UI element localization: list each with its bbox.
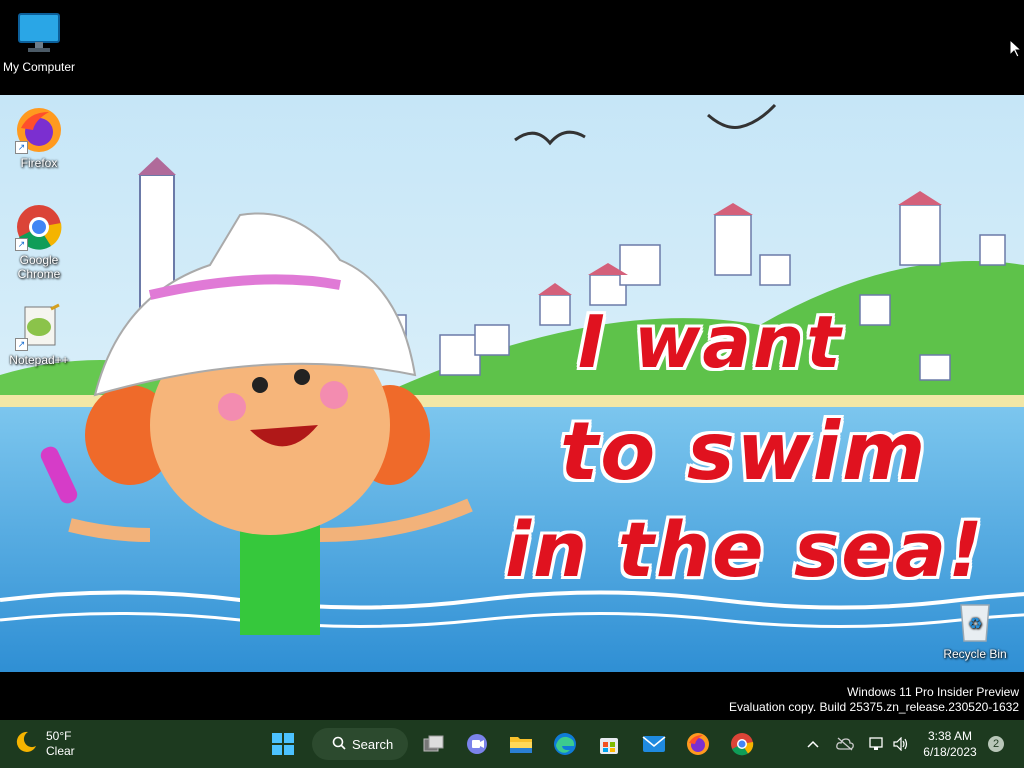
taskbar-search-box[interactable]: Search xyxy=(312,728,408,760)
store-icon xyxy=(600,738,618,754)
firefox-icon xyxy=(687,733,709,755)
mail-icon xyxy=(642,736,666,752)
desktop-icon-label: Firefox xyxy=(20,156,58,170)
wallpaper-text-line-3: in the sea! xyxy=(505,505,985,594)
monitor-icon xyxy=(15,10,63,58)
desktop-icon-notepad-plus-plus[interactable]: ↗ Notepad++ xyxy=(1,303,77,367)
search-icon xyxy=(332,736,346,753)
file-explorer-icon xyxy=(510,737,532,753)
desktop-icon-label: Notepad++ xyxy=(9,353,69,367)
weather-widget[interactable]: 50°F Clear xyxy=(14,726,75,762)
desktop-icon-firefox[interactable]: ↗ Firefox xyxy=(1,106,77,170)
desktop-icon-label: Recycle Bin xyxy=(943,647,1007,661)
desktop-wallpaper: I want to swim in the sea! xyxy=(0,95,1024,672)
wallpaper-text-line-1: I want xyxy=(578,300,843,384)
weather-temperature: 50°F xyxy=(46,729,72,743)
desktop-icon-my-computer[interactable]: My Computer xyxy=(1,10,77,74)
desktop-icon-label: Google Chrome xyxy=(17,253,61,281)
edge-icon xyxy=(554,733,576,755)
mouse-cursor-icon xyxy=(1009,38,1023,63)
desktop-icon-label: My Computer xyxy=(2,60,76,74)
shortcut-arrow-icon: ↗ xyxy=(15,238,28,251)
notepad-plus-plus-icon: ↗ xyxy=(15,303,63,351)
file-explorer-button[interactable] xyxy=(503,726,539,762)
clock-time: 3:38 AM xyxy=(927,729,973,743)
svg-text:♻: ♻ xyxy=(968,614,982,633)
moon-icon xyxy=(14,730,38,759)
start-icon xyxy=(272,733,294,755)
edge-button[interactable] xyxy=(547,726,583,762)
firefox-taskbar-button[interactable] xyxy=(680,726,716,762)
teams-chat-icon xyxy=(467,734,487,754)
weather-condition: Clear xyxy=(46,744,75,758)
desktop-icon-google-chrome[interactable]: ↗ Google Chrome xyxy=(1,203,77,281)
chrome-icon: ↗ xyxy=(15,203,63,251)
wallpaper-text-line-2: to swim xyxy=(560,405,928,498)
task-view-icon xyxy=(423,735,444,752)
clock-date: 6/18/2023 xyxy=(923,745,977,759)
chrome-icon xyxy=(731,733,754,756)
teams-chat-button[interactable] xyxy=(459,726,495,762)
watermark-line-2: Evaluation copy. Build 25375.zn_release.… xyxy=(729,700,1019,714)
volume-button[interactable] xyxy=(890,726,912,762)
recycle-bin-icon: ♻ xyxy=(951,597,999,645)
evaluation-watermark: Windows 11 Pro Insider Preview Evaluatio… xyxy=(729,685,1019,715)
microsoft-store-button[interactable] xyxy=(591,726,627,762)
watermark-line-1: Windows 11 Pro Insider Preview xyxy=(847,685,1019,699)
clock[interactable]: 3:38 AM 6/18/2023 xyxy=(918,728,982,760)
desktop-icon-recycle-bin[interactable]: ♻ Recycle Bin xyxy=(937,597,1013,661)
firefox-icon: ↗ xyxy=(15,106,63,154)
mail-button[interactable] xyxy=(636,726,672,762)
show-hidden-icons-button[interactable] xyxy=(802,726,824,762)
network-icon xyxy=(869,737,883,750)
chrome-taskbar-button[interactable] xyxy=(724,726,760,762)
start-button[interactable] xyxy=(265,726,301,762)
shortcut-arrow-icon: ↗ xyxy=(15,141,28,154)
onedrive-status-button[interactable] xyxy=(832,726,858,762)
search-label: Search xyxy=(352,736,394,752)
cloud-off-icon xyxy=(836,737,854,751)
taskbar: 50°F Clear Search 3:38 AM 6/18/2023 2 xyxy=(0,720,1024,768)
speaker-icon xyxy=(893,737,908,751)
task-view-button[interactable] xyxy=(416,726,452,762)
network-button[interactable] xyxy=(866,726,888,762)
chevron-up-icon xyxy=(807,740,819,748)
shortcut-arrow-icon: ↗ xyxy=(15,338,28,351)
notification-badge[interactable]: 2 xyxy=(988,736,1004,752)
